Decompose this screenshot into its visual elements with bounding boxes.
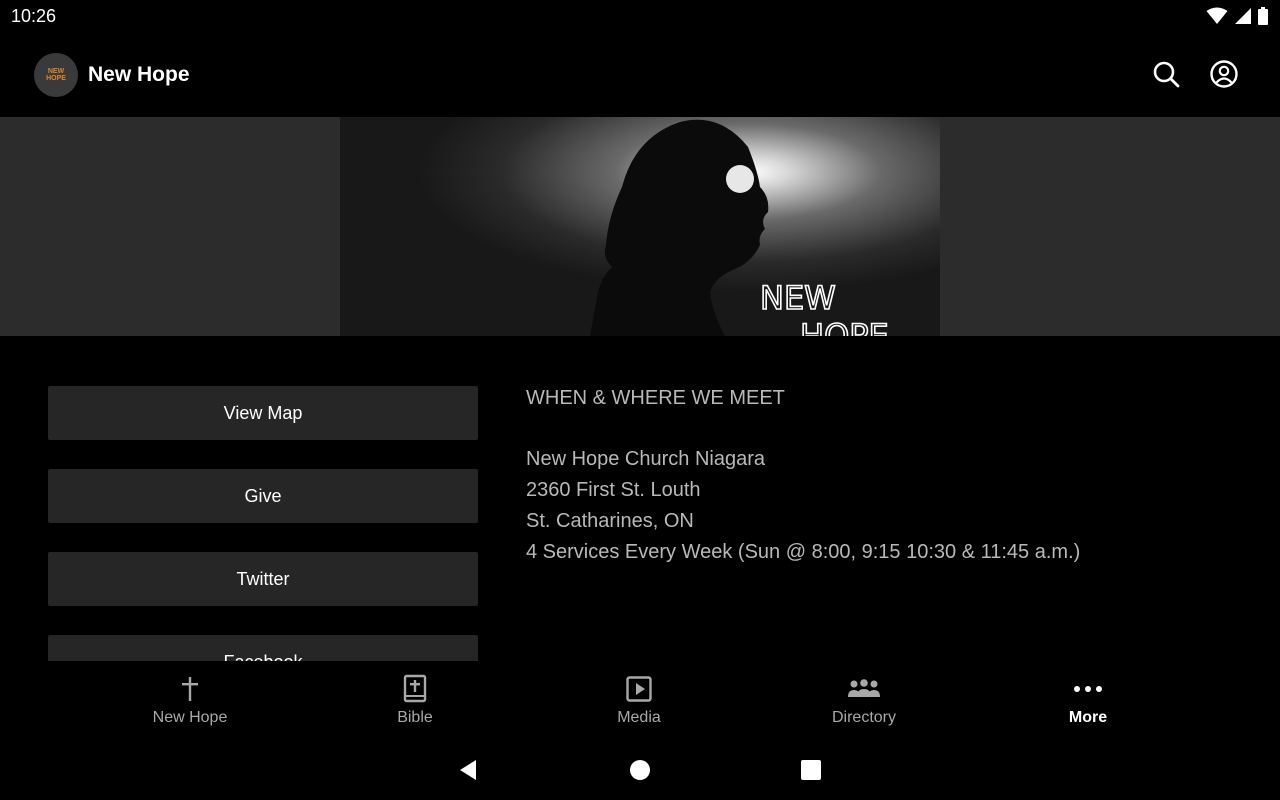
battery-icon <box>1258 7 1268 30</box>
app-title: New Hope <box>88 63 190 86</box>
give-button[interactable]: Give <box>48 469 478 523</box>
status-bar: 10:26 <box>0 0 1280 34</box>
hero-banner: NEW HOPE <box>0 117 1280 336</box>
view-map-button[interactable]: View Map <box>48 386 478 440</box>
logo-text: NEW HOPE <box>46 68 66 82</box>
city-province: St. Catharines, ON <box>526 509 694 532</box>
play-icon <box>625 673 653 705</box>
hero-image: NEW HOPE <box>340 117 940 336</box>
nav-item-more[interactable]: More <box>1008 673 1168 727</box>
twitter-button[interactable]: Twitter <box>48 552 478 606</box>
wifi-icon <box>1206 7 1228 30</box>
home-icon[interactable] <box>625 755 655 785</box>
recents-icon[interactable] <box>796 755 826 785</box>
nav-label: Media <box>617 709 661 726</box>
status-icons <box>1206 7 1268 30</box>
action-button-list: View Map Give Twitter Facebook <box>48 386 478 661</box>
status-time: 10:26 <box>11 6 57 26</box>
account-icon[interactable] <box>1208 58 1240 90</box>
nav-item-new-hope[interactable]: New Hope <box>110 673 270 727</box>
more-icon <box>1073 673 1103 705</box>
nav-item-directory[interactable]: Directory <box>784 673 944 727</box>
app-bar: NEW HOPE New Hope <box>0 34 1280 117</box>
people-icon <box>847 673 881 705</box>
content-area: View Map Give Twitter Facebook WHEN & WH… <box>0 336 1280 661</box>
back-icon[interactable] <box>453 755 483 785</box>
hero-text-new: NEW <box>760 279 836 317</box>
app-actions <box>1150 58 1240 90</box>
facebook-button[interactable]: Facebook <box>48 635 478 661</box>
bible-icon <box>402 673 428 705</box>
nav-label: More <box>1068 709 1108 726</box>
nav-label: Bible <box>397 709 433 726</box>
signal-icon <box>1234 7 1252 30</box>
hero-text-hope: HOPE <box>800 317 889 336</box>
service-times: 4 Services Every Week (Sun @ 8:00, 9:15 … <box>526 540 1081 563</box>
system-nav-bar <box>0 741 1280 800</box>
nav-item-bible[interactable]: Bible <box>335 673 495 727</box>
nav-label: New Hope <box>152 709 228 726</box>
meeting-info-heading: WHEN & WHERE WE MEET <box>526 387 785 409</box>
street-address: 2360 First St. Louth <box>526 479 701 502</box>
cross-icon <box>179 673 201 705</box>
nav-item-media[interactable]: Media <box>559 673 719 727</box>
bottom-nav: New Hope Bible Media Directory More <box>0 661 1280 741</box>
nav-label: Directory <box>831 709 896 726</box>
church-name: New Hope Church Niagara <box>526 448 766 471</box>
search-icon[interactable] <box>1150 58 1182 90</box>
app-logo[interactable]: NEW HOPE <box>34 53 78 97</box>
meeting-info: WHEN & WHERE WE MEET New Hope Church Nia… <box>526 383 1226 567</box>
